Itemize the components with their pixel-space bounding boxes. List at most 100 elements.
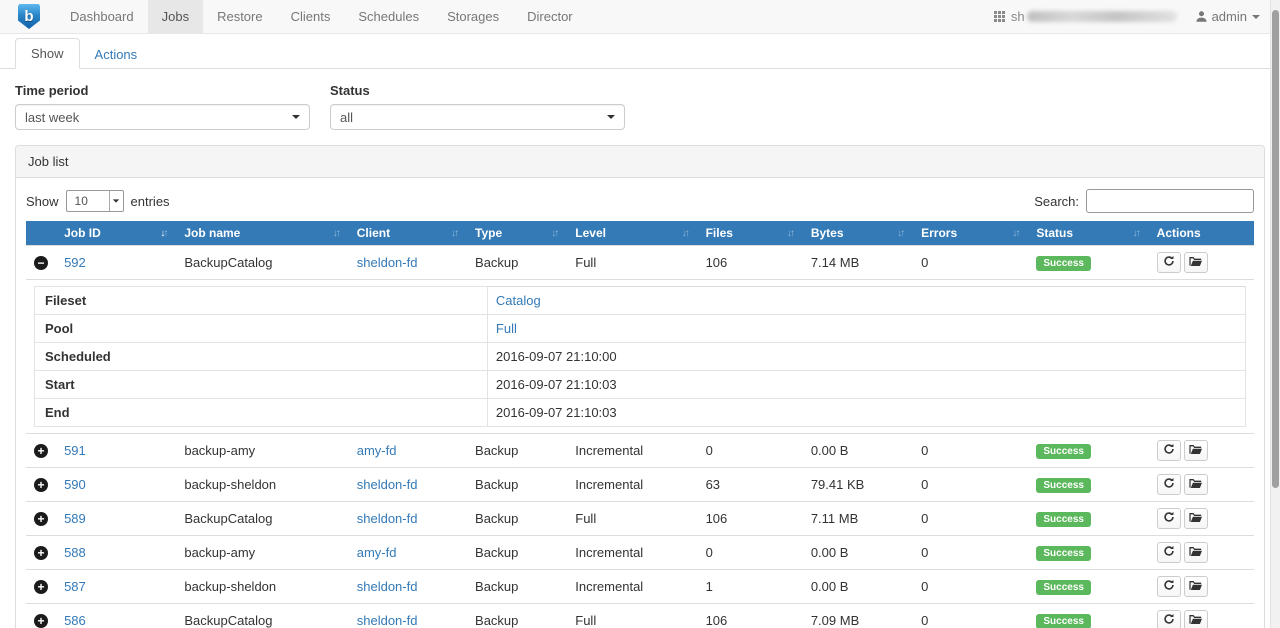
expand-row-button[interactable]: + [34, 444, 48, 458]
list-files-button[interactable] [1184, 610, 1208, 628]
sort-icon[interactable]: ↓↑ [682, 228, 690, 239]
list-files-button[interactable] [1184, 440, 1208, 461]
expand-row-button[interactable]: + [34, 580, 48, 594]
client-link[interactable]: sheldon-fd [357, 255, 418, 270]
folder-icon [1189, 443, 1202, 458]
detail-value-link[interactable]: Full [496, 321, 517, 336]
column-header-job-name[interactable]: Job name↓↑ [176, 221, 348, 246]
column-header-errors[interactable]: Errors↓↑ [913, 221, 1028, 246]
sort-icon[interactable]: ↓↑ [787, 228, 795, 239]
job-id-link[interactable]: 587 [64, 579, 86, 594]
detail-row: Fileset Catalog [35, 287, 1246, 315]
list-files-button[interactable] [1184, 474, 1208, 495]
job-name-cell: BackupCatalog [176, 246, 348, 280]
status-select[interactable]: all [330, 104, 625, 130]
page-size-select[interactable]: 10 [66, 190, 124, 212]
sort-icon[interactable]: ↓↑ [551, 228, 559, 239]
job-id-link[interactable]: 591 [64, 443, 86, 458]
nav-item-storages[interactable]: Storages [433, 0, 513, 33]
job-id-link[interactable]: 592 [64, 255, 86, 270]
restart-job-button[interactable] [1157, 610, 1181, 628]
column-header-level[interactable]: Level↓↑ [567, 221, 697, 246]
restart-job-button[interactable] [1157, 542, 1181, 563]
nav-item-director[interactable]: Director [513, 0, 587, 33]
sort-icon[interactable]: ↓↑ [333, 228, 341, 239]
time-period-select[interactable]: last week [15, 104, 310, 130]
files-cell: 106 [698, 246, 803, 280]
nav-item-schedules[interactable]: Schedules [344, 0, 433, 33]
column-header-status[interactable]: Status↓↑ [1028, 221, 1148, 246]
column-header-files[interactable]: Files↓↑ [698, 221, 803, 246]
client-link[interactable]: amy-fd [357, 443, 397, 458]
client-link[interactable]: sheldon-fd [357, 613, 418, 628]
job-name-cell: backup-sheldon [176, 468, 348, 502]
errors-cell: 0 [913, 502, 1028, 536]
nav-item-restore[interactable]: Restore [203, 0, 277, 33]
list-files-button[interactable] [1184, 542, 1208, 563]
restart-icon [1163, 613, 1175, 628]
restart-icon [1163, 255, 1175, 270]
job-id-link[interactable]: 588 [64, 545, 86, 560]
sort-icon[interactable]: ↓↑ [1133, 228, 1141, 239]
column-header-bytes[interactable]: Bytes↓↑ [803, 221, 913, 246]
folder-icon [1189, 477, 1202, 492]
sort-icon[interactable]: ↓↑ [1012, 228, 1020, 239]
job-id-link[interactable]: 586 [64, 613, 86, 628]
client-link[interactable]: sheldon-fd [357, 511, 418, 526]
files-cell: 106 [698, 604, 803, 628]
restart-job-button[interactable] [1157, 474, 1181, 495]
list-files-button[interactable] [1184, 576, 1208, 597]
expand-row-button[interactable]: + [34, 546, 48, 560]
collapse-row-button[interactable]: − [34, 256, 48, 270]
navbar: b DashboardJobsRestoreClientsSchedulesSt… [0, 0, 1280, 34]
expand-row-button[interactable]: + [34, 614, 48, 628]
scrollbar-track[interactable] [1270, 0, 1280, 628]
client-link[interactable]: sheldon-fd [357, 579, 418, 594]
client-link[interactable]: amy-fd [357, 545, 397, 560]
column-header-job-id[interactable]: Job ID↓↑ [56, 221, 176, 246]
folder-icon [1189, 579, 1202, 594]
nav-item-clients[interactable]: Clients [277, 0, 345, 33]
status-badge: Success [1036, 444, 1091, 459]
nav-item-jobs[interactable]: Jobs [148, 0, 203, 33]
tab-bar: Show Actions [0, 34, 1280, 69]
chevron-down-icon [109, 191, 123, 211]
list-files-button[interactable] [1184, 252, 1208, 273]
scrollbar-thumb[interactable] [1272, 10, 1279, 488]
job-id-link[interactable]: 589 [64, 511, 86, 526]
brand-logo[interactable]: b [0, 0, 56, 33]
detail-value: 2016-09-07 21:10:03 [496, 405, 617, 420]
detail-row: Start 2016-09-07 21:10:03 [35, 371, 1246, 399]
bytes-cell: 7.11 MB [803, 502, 913, 536]
restart-job-button[interactable] [1157, 440, 1181, 461]
column-header-client[interactable]: Client↓↑ [349, 221, 467, 246]
restart-job-button[interactable] [1157, 576, 1181, 597]
sort-icon[interactable]: ↓↑ [897, 228, 905, 239]
restart-job-button[interactable] [1157, 508, 1181, 529]
restart-job-button[interactable] [1157, 252, 1181, 273]
list-files-button[interactable] [1184, 508, 1208, 529]
user-menu[interactable]: admin [1195, 9, 1260, 24]
nav-item-dashboard[interactable]: Dashboard [56, 0, 148, 33]
detail-value-link[interactable]: Catalog [496, 293, 541, 308]
sort-icon[interactable]: ↓↑ [451, 228, 459, 239]
tab-show[interactable]: Show [15, 38, 80, 69]
folder-icon [1189, 545, 1202, 560]
status-badge: Success [1036, 546, 1091, 561]
expand-row-button[interactable]: + [34, 512, 48, 526]
table-row: + 590 backup-sheldon sheldon-fd Backup I… [26, 468, 1254, 502]
column-header-type[interactable]: Type↓↑ [467, 221, 567, 246]
tab-actions[interactable]: Actions [80, 40, 153, 69]
job-id-link[interactable]: 590 [64, 477, 86, 492]
client-link[interactable]: sheldon-fd [357, 477, 418, 492]
level-cell: Full [567, 502, 697, 536]
files-cell: 0 [698, 536, 803, 570]
restart-icon [1163, 477, 1175, 492]
table-row: − 592 BackupCatalog sheldon-fd Backup Fu… [26, 246, 1254, 280]
search-control: Search: [1034, 189, 1254, 213]
apps-grid-icon [994, 11, 1005, 22]
expand-row-button[interactable]: + [34, 478, 48, 492]
search-input[interactable] [1086, 189, 1254, 213]
sort-icon[interactable]: ↓↑ [160, 228, 168, 239]
bytes-cell: 7.14 MB [803, 246, 913, 280]
